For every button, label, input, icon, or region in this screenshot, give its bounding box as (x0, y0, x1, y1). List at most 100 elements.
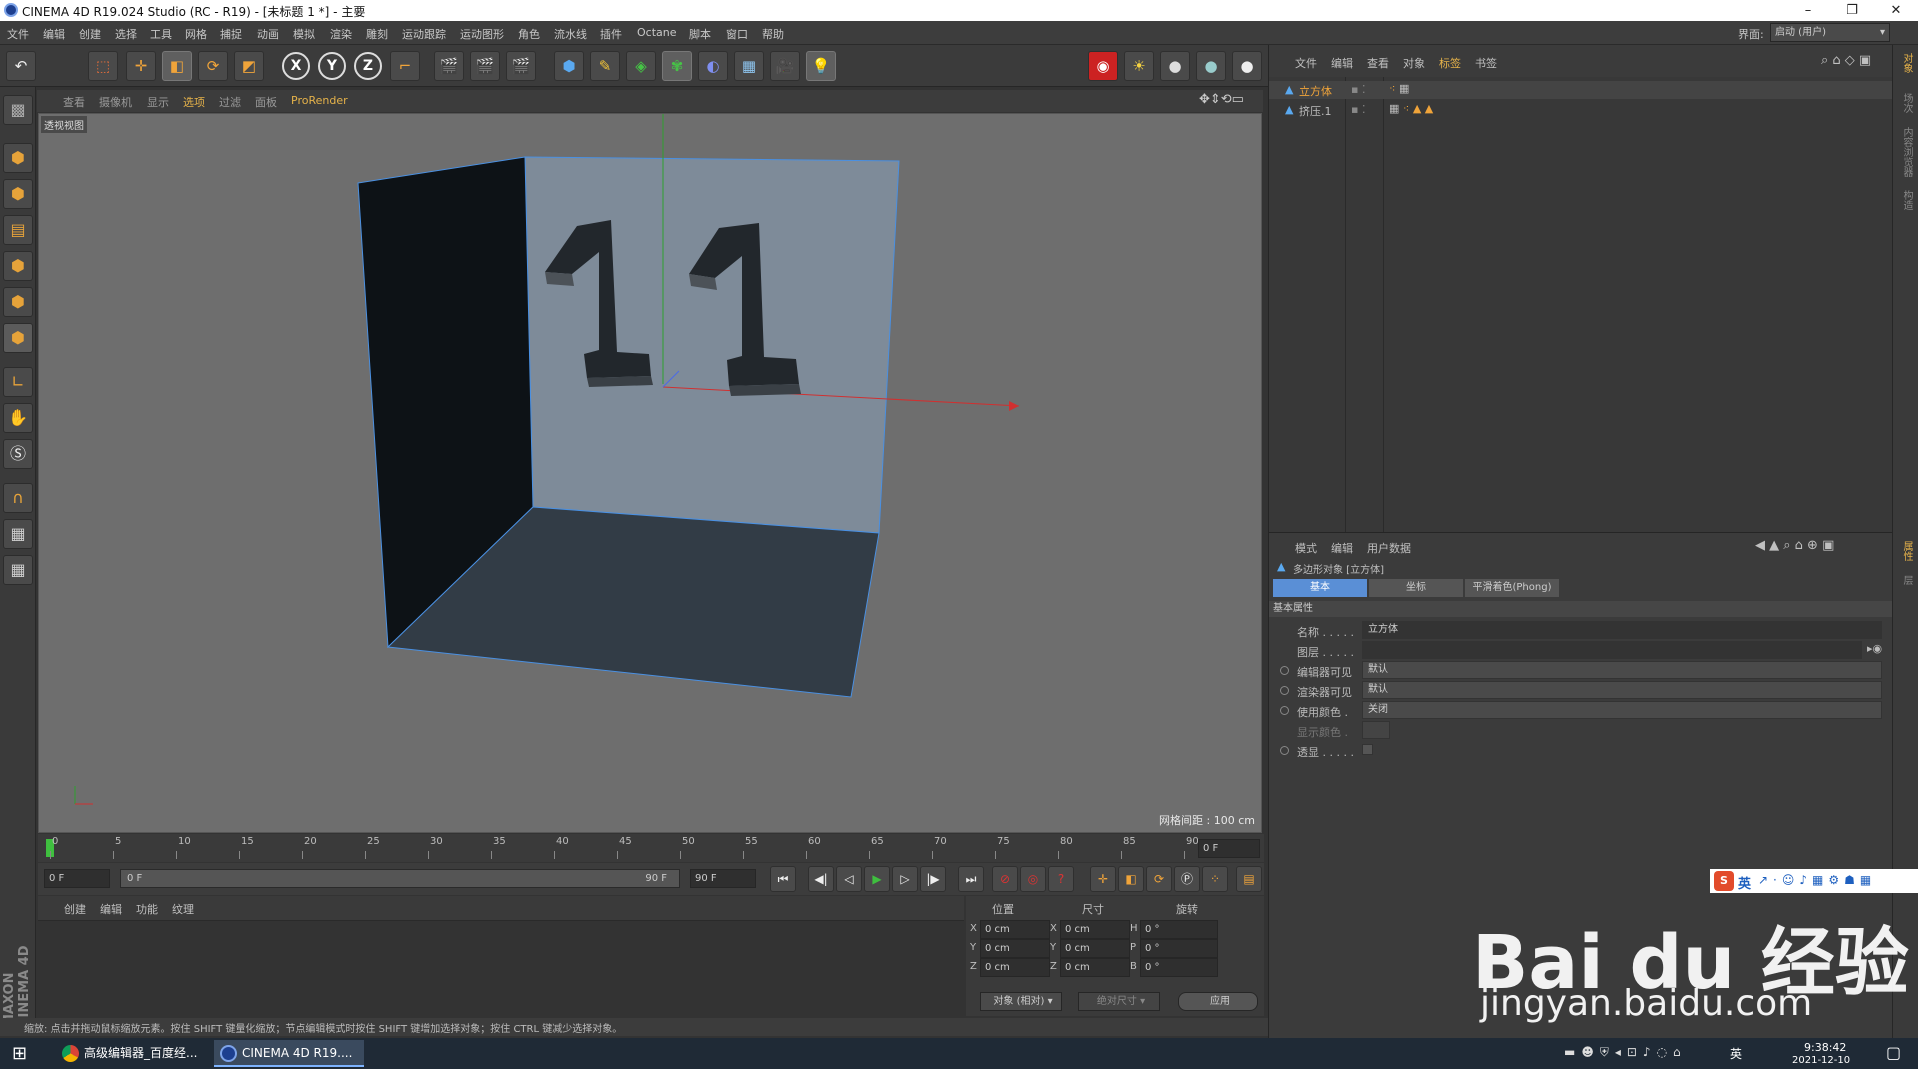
model-mode-button[interactable]: ⬢ (3, 143, 33, 173)
object-row-extrude[interactable]: ▲ 挤压.1 ▪ ⁚ ▦ ⁖ ▲ ▲ (1269, 101, 1893, 119)
menu-simulate[interactable]: 模拟 (293, 26, 315, 42)
object-list[interactable]: ▲ 立方体 ▪ ⁚ ⁖ ▦ ▲ 挤压.1 ▪ ⁚ ▦ ⁖ ▲ ▲ (1269, 77, 1893, 532)
material-menu-create[interactable]: 创建 (64, 901, 86, 917)
menu-window[interactable]: 窗口 (726, 26, 748, 42)
move-tool-button[interactable]: ✛ (126, 51, 156, 81)
menu-character[interactable]: 角色 (518, 26, 540, 42)
menu-edit[interactable]: 编辑 (43, 26, 65, 42)
texture-mode-button[interactable]: ⬢ (3, 179, 33, 209)
obj-menu-bookmarks[interactable]: 书签 (1475, 55, 1497, 71)
coord-mode-dropdown[interactable]: 对象 (相对) ▾ (980, 992, 1062, 1011)
prop-layer-input[interactable] (1362, 641, 1862, 659)
notification-icon[interactable]: ▢ (1886, 1043, 1901, 1062)
scale-tool-button[interactable]: ◧ (162, 51, 192, 81)
key-position-button[interactable]: ✛ (1090, 866, 1116, 892)
enable-axis-button[interactable]: ∟ (3, 367, 33, 397)
taskbar-app-chrome[interactable]: 高级编辑器_百度经... (56, 1040, 206, 1067)
animation-radio[interactable] (1280, 706, 1289, 715)
timeline-ruler[interactable]: 0 5 10 15 20 25 30 35 40 45 50 55 60 65 70 75 80 85 90 0 F (38, 834, 1264, 862)
perspective-viewport[interactable]: 透视视图 网格间距 : 100 cm 11 (38, 113, 1262, 833)
material-menu-texture[interactable]: 纹理 (172, 901, 194, 917)
viewport-menu-display[interactable]: 显示 (147, 94, 169, 110)
prop-use-color-dropdown[interactable]: 关闭 (1362, 701, 1882, 719)
goto-start-button[interactable]: ⏮ (770, 866, 796, 892)
prop-name-input[interactable]: 立方体 (1362, 621, 1882, 639)
viewport-menu-view[interactable]: 查看 (63, 94, 85, 110)
material-menu-edit[interactable]: 编辑 (100, 901, 122, 917)
menu-render[interactable]: 渲染 (330, 26, 352, 42)
points-mode-button[interactable]: ⬢ (3, 251, 33, 281)
prop-render-visible-dropdown[interactable]: 默认 (1362, 681, 1882, 699)
taskbar-app-cinema4d[interactable]: CINEMA 4D R19.... (214, 1040, 364, 1067)
taskbar-language[interactable]: 英 (1730, 1045, 1742, 1062)
menu-mograph[interactable]: 运动图形 (460, 26, 504, 42)
lock-workplane-button[interactable]: ▦ (3, 519, 33, 549)
coord-pos-field[interactable]: 0 cm (980, 958, 1050, 977)
minimize-button[interactable]: – (1786, 0, 1830, 21)
rotate-tool-button[interactable]: ⟳ (198, 51, 228, 81)
attr-nav-icons[interactable]: ◀ ▲ ⌕ ⌂ ⊕ ▣ (1755, 538, 1834, 553)
animation-radio[interactable] (1280, 666, 1289, 675)
current-frame-field[interactable]: 0 F (1198, 839, 1260, 858)
menu-help[interactable]: 帮助 (762, 26, 784, 42)
add-light-button[interactable]: 💡 (806, 51, 836, 81)
attr-menu-mode[interactable]: 模式 (1295, 540, 1317, 556)
animation-radio[interactable] (1280, 686, 1289, 695)
windows-start-icon[interactable]: ⊞ (12, 1043, 27, 1064)
tab-basic[interactable]: 基本 (1273, 579, 1367, 597)
material-tag-icon[interactable]: ⁖ ▦ (1389, 82, 1409, 95)
menu-plugins[interactable]: 插件 (600, 26, 622, 42)
make-editable-button[interactable]: ▩ (3, 95, 33, 125)
goto-end-button[interactable]: ⏭ (958, 866, 984, 892)
layer-browse-icon[interactable]: ▸◉ (1867, 642, 1882, 655)
prop-display-color-swatch[interactable] (1362, 721, 1390, 739)
tab-coordinates[interactable]: 坐标 (1369, 579, 1463, 597)
add-camera-button[interactable]: 🎥 (770, 51, 800, 81)
coord-pos-field[interactable]: 0 cm (980, 920, 1050, 939)
render-settings-button[interactable]: 🎬 (506, 51, 536, 81)
system-tray-icons[interactable]: ▬☻⛨◂⊡♪◌⌂ (1564, 1045, 1687, 1060)
menu-octane[interactable]: Octane (637, 26, 677, 39)
side-tab-layers[interactable]: 层 (1899, 575, 1914, 585)
previous-frame-button[interactable]: ◁ (836, 866, 862, 892)
obj-menu-edit[interactable]: 编辑 (1331, 55, 1353, 71)
add-deformer-button[interactable]: ◐ (698, 51, 728, 81)
viewport-menu-filter[interactable]: 过滤 (219, 94, 241, 110)
timeline-window-button[interactable]: ▤ (1236, 866, 1262, 892)
attr-menu-userdata[interactable]: 用户数据 (1367, 540, 1411, 556)
taskbar-date[interactable]: 2021-12-10 (1792, 1055, 1850, 1066)
visibility-dots-icon[interactable]: ▪ ⁚ (1351, 103, 1365, 116)
undo-button[interactable]: ↶ (6, 51, 36, 81)
material-list-area[interactable] (38, 920, 964, 1016)
coord-rot-field[interactable]: 0 ° (1140, 939, 1218, 958)
extrude-tags-icon[interactable]: ▦ ⁖ ▲ ▲ (1389, 102, 1433, 115)
object-row-cube[interactable]: ▲ 立方体 ▪ ⁚ ⁖ ▦ (1269, 81, 1893, 99)
coordinate-system-button[interactable]: ⌐ (390, 51, 420, 81)
side-tab-structure[interactable]: 构造 (1899, 190, 1914, 210)
octane-specular-button[interactable]: ● (1232, 51, 1262, 81)
render-view-button[interactable]: 🎬 (434, 51, 464, 81)
menu-animate[interactable]: 动画 (257, 26, 279, 42)
side-tab-takes[interactable]: 场次 (1899, 93, 1914, 113)
record-keys-button[interactable]: ⊘ (992, 866, 1018, 892)
apply-button[interactable]: 应用 (1178, 992, 1258, 1011)
workplane-mode-button[interactable]: ▤ (3, 215, 33, 245)
coord-rot-field[interactable]: 0 ° (1140, 920, 1218, 939)
coord-size-field[interactable]: 0 cm (1060, 920, 1130, 939)
menu-motion-tracking[interactable]: 运动跟踪 (402, 26, 446, 42)
viewport-menu-prorender[interactable]: ProRender (291, 94, 348, 107)
prop-xray-checkbox[interactable] (1362, 744, 1373, 755)
tab-phong[interactable]: 平滑着色(Phong) (1465, 579, 1559, 597)
add-cube-button[interactable]: ⬢ (554, 51, 584, 81)
axis-y-button[interactable]: Y (318, 52, 346, 80)
side-tab-content-browser[interactable]: 内容浏览器 (1899, 127, 1914, 177)
size-mode-dropdown[interactable]: 绝对尺寸 ▾ (1078, 992, 1160, 1011)
key-rotation-button[interactable]: ⟳ (1146, 866, 1172, 892)
coord-size-field[interactable]: 0 cm (1060, 939, 1130, 958)
octane-daylight-button[interactable]: ☀ (1124, 51, 1154, 81)
live-selection-button[interactable]: ⬚ (88, 51, 118, 81)
add-floor-button[interactable]: ▦ (734, 51, 764, 81)
coord-pos-field[interactable]: 0 cm (980, 939, 1050, 958)
recent-tool-button[interactable]: ◩ (234, 51, 264, 81)
add-nurbs-button[interactable]: ◈ (626, 51, 656, 81)
